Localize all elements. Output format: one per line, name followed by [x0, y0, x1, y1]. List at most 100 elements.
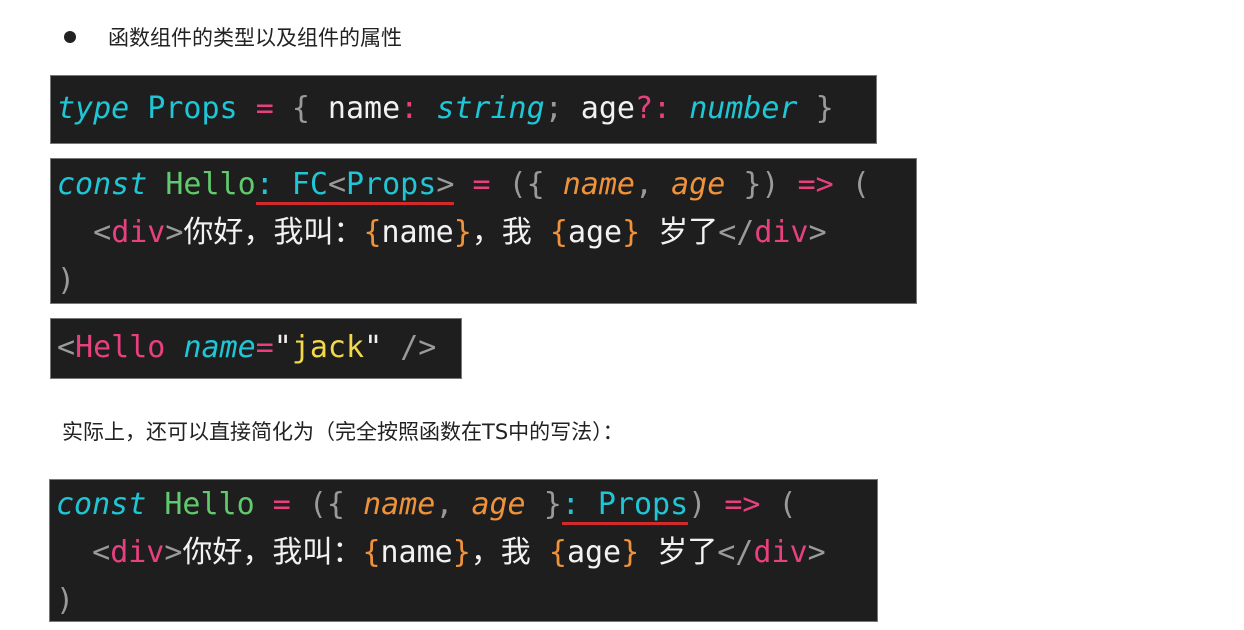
- code-token: >: [164, 535, 183, 570]
- code-token: age: [671, 167, 726, 202]
- code-token: name: [562, 167, 635, 202]
- code-token: Props: [346, 167, 437, 205]
- code-token: >: [436, 167, 455, 205]
- bullet-icon: [64, 31, 76, 43]
- code-token: <: [57, 330, 76, 365]
- code-token: ({: [308, 487, 345, 522]
- code-token: ,: [435, 487, 454, 522]
- code-token: }): [743, 167, 780, 202]
- code-token: />: [400, 330, 437, 365]
- code-token: {: [291, 91, 310, 126]
- code-line: type Props = { name: string; age?: numbe…: [57, 85, 876, 133]
- code-token: Hello: [165, 167, 256, 202]
- code-token: {: [362, 535, 381, 570]
- code-token: >: [165, 215, 184, 250]
- code-token: ): [688, 487, 707, 522]
- code-token: : Props: [561, 487, 689, 525]
- code-token: ({: [508, 167, 545, 202]
- code-line: <div>你好，我叫：{name}，我 {age} 岁了</div>: [57, 209, 916, 257]
- code-line: const Hello: FC<Props> = ({ name, age })…: [57, 161, 916, 209]
- code-token: jack: [291, 330, 365, 365]
- code-token: }: [621, 535, 640, 570]
- code-token: {: [549, 215, 568, 250]
- code-block-fc-component: const Hello: FC<Props> = ({ name, age })…: [50, 158, 917, 304]
- code-token: 岁了: [640, 215, 719, 250]
- code-token: ，我: [471, 215, 550, 250]
- code-block-usage: <Hello name="jack" />: [50, 318, 462, 379]
- code-line: ): [57, 257, 916, 305]
- code-token: {: [548, 535, 567, 570]
- code-token: {: [363, 215, 382, 250]
- code-token: =>: [724, 487, 761, 522]
- code-token: div: [110, 535, 165, 570]
- code-token: =: [255, 91, 274, 126]
- code-token: =: [472, 167, 491, 202]
- code-line: const Hello = ({ name, age }: Props) => …: [56, 481, 877, 529]
- code-token: =: [255, 330, 274, 365]
- code-token: <: [327, 167, 346, 205]
- code-token: ;: [544, 91, 563, 126]
- code-token: Hello: [164, 487, 255, 522]
- code-token: <: [93, 215, 112, 250]
- code-token: age: [566, 535, 622, 570]
- code-token: =: [272, 487, 291, 522]
- code-token: Hello: [75, 330, 166, 365]
- code-token: div: [754, 215, 809, 250]
- code-line: ): [56, 577, 877, 625]
- code-token: name: [381, 215, 454, 250]
- code-token: }: [543, 487, 562, 522]
- code-token: const: [57, 167, 148, 202]
- code-token: }: [622, 215, 641, 250]
- code-line: <div>你好，我叫：{name}，我 {age} 岁了</div>: [56, 529, 877, 577]
- code-block-props-type: type Props = { name: string; age?: numbe…: [50, 75, 877, 144]
- code-token: (: [778, 487, 797, 522]
- code-token: ?:: [635, 91, 672, 126]
- code-token: type: [57, 91, 130, 126]
- code-token: div: [753, 535, 808, 570]
- code-token: ": [273, 330, 292, 365]
- code-token: </: [717, 535, 754, 570]
- code-token: =>: [797, 167, 834, 202]
- code-token: ): [57, 263, 76, 298]
- code-token: ，我: [470, 535, 549, 570]
- code-token: }: [453, 215, 472, 250]
- code-token: (: [851, 167, 870, 202]
- code-token: : FC: [255, 167, 328, 205]
- code-block-simplified: const Hello = ({ name, age }: Props) => …: [49, 479, 878, 622]
- code-token: string: [436, 91, 545, 126]
- code-token: 岁了: [639, 535, 718, 570]
- code-token: 你好，我叫：: [182, 535, 363, 570]
- code-token: <: [92, 535, 111, 570]
- code-token: const: [56, 487, 147, 522]
- code-token: 你好，我叫：: [183, 215, 364, 250]
- code-token: ": [364, 330, 383, 365]
- code-token: name: [363, 487, 436, 522]
- code-token: >: [807, 535, 826, 570]
- code-token: </: [718, 215, 755, 250]
- code-token: age: [562, 91, 635, 126]
